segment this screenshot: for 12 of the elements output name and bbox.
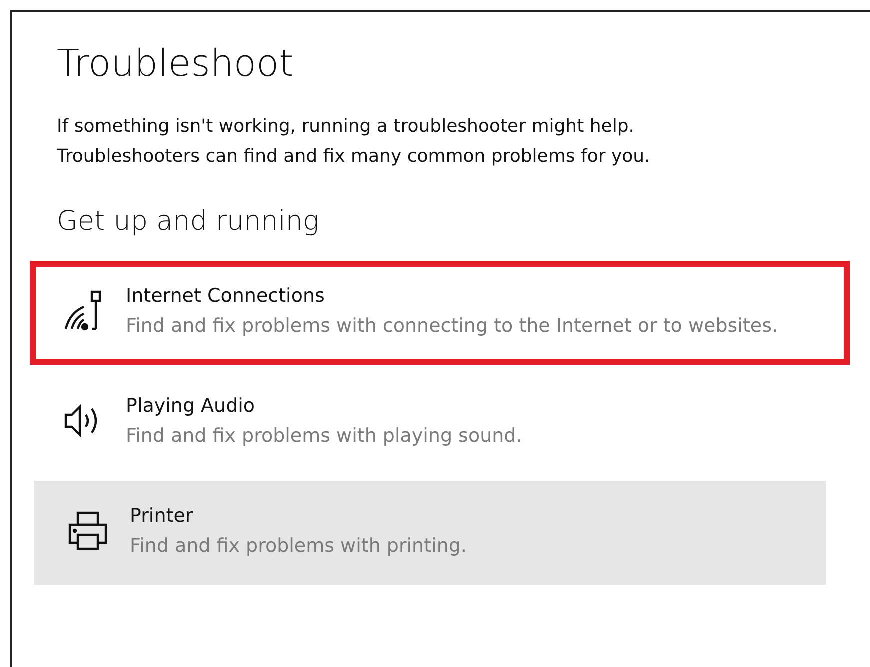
troubleshooter-item[interactable]: Printer Find and fix problems with printing. — [34, 480, 826, 585]
item-title: Printer — [130, 504, 194, 529]
item-title: Internet Connections — [126, 284, 326, 309]
description: If something isn't working, running a troubleshooter might help. Troubleshooters can find and fix many common problems for you. — [57, 115, 652, 170]
item-title: Playing Audio — [126, 394, 256, 419]
item-description: Find and fix problems with connecting to the Internet or to websites. — [126, 314, 778, 339]
troubleshooter-item[interactable]: Playing Audio Find and fix problems with playing sound. — [30, 370, 850, 475]
page-title: Troubleshoot — [57, 42, 295, 86]
section-heading: Get up and running — [57, 206, 320, 239]
item-description: Find and fix problems with playing sound. — [126, 424, 522, 449]
item-description: Find and fix problems with printing. — [130, 534, 467, 559]
troubleshooter-item[interactable]: Internet Connections Find and fix problems with connecting to the Internet or to websites. — [30, 260, 850, 365]
